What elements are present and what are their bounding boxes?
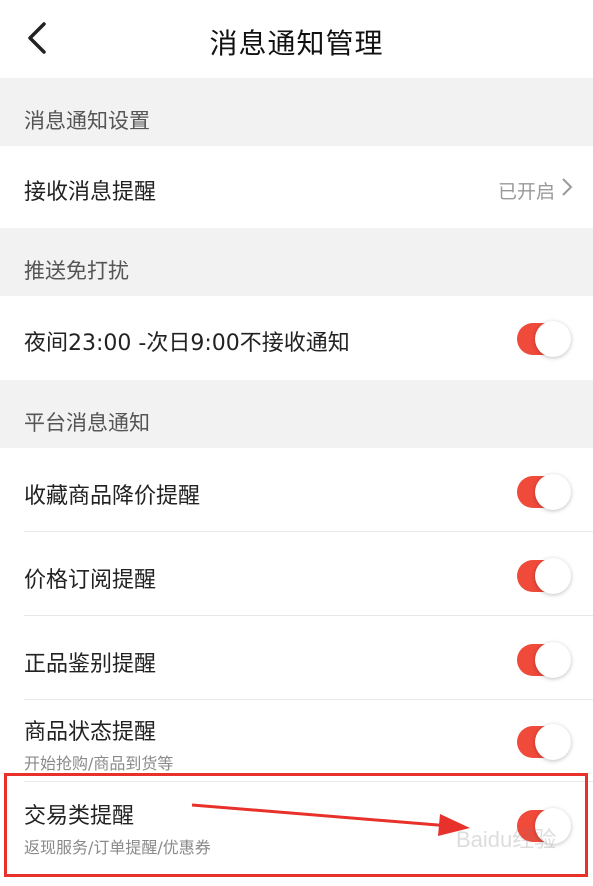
annotation-arrow-icon (191, 803, 470, 836)
watermark: Baidu经验 (456, 827, 557, 852)
